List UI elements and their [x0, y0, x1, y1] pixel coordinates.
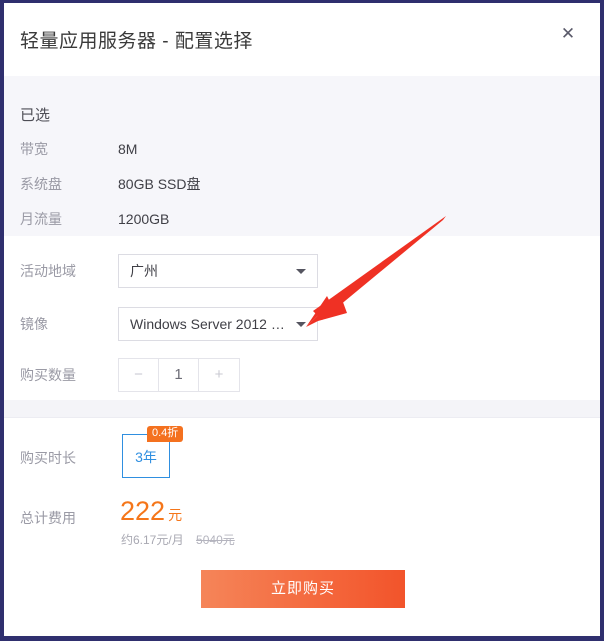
page-title: 轻量应用服务器 - 配置选择: [20, 31, 253, 52]
summary-value-system-disk: 80GB SSD盘: [118, 176, 201, 192]
buy-now-button[interactable]: 立即购买: [201, 570, 405, 608]
quantity-decrement-button[interactable]: −: [119, 359, 159, 391]
total-price: 222 元: [120, 496, 182, 527]
quantity-stepper: − 1 +: [118, 358, 240, 392]
summary-value-monthly-traffic: 1200GB: [118, 211, 170, 227]
region-select[interactable]: 广州: [118, 254, 318, 288]
summary-row-system-disk: 系统盘 80GB SSD盘: [4, 167, 600, 201]
discount-badge: 0.4折: [147, 426, 184, 442]
summary-value-bandwidth: 8M: [118, 141, 138, 157]
summary-label-system-disk: 系统盘: [20, 176, 62, 192]
selected-config-panel: 已选 带宽 8M 系统盘 80GB SSD盘 月流量 1200GB: [4, 76, 600, 236]
image-select-value: Windows Server 2012 …: [130, 316, 285, 332]
form-label-image: 镜像: [20, 316, 48, 332]
browser-window: 轻量应用服务器 - 配置选择 ✕ 已选 带宽 8M 系统盘 80GB SSD盘 …: [0, 0, 604, 641]
summary-row-monthly-traffic: 月流量 1200GB: [4, 202, 600, 236]
summary-label-monthly-traffic: 月流量: [20, 211, 62, 227]
dialog-header: 轻量应用服务器 - 配置选择 ✕: [4, 3, 600, 76]
close-icon[interactable]: ✕: [556, 22, 580, 46]
price-breakdown: 约6.17元/月 5040元: [121, 531, 235, 548]
form-row-region: 活动地域 广州: [4, 254, 600, 288]
quantity-increment-button[interactable]: +: [199, 359, 239, 391]
region-select-value: 广州: [130, 263, 158, 279]
section-divider: [4, 400, 600, 418]
form-row-image: 镜像 Windows Server 2012 …: [4, 307, 600, 341]
total-price-currency: 元: [168, 507, 183, 523]
form-label-quantity: 购买数量: [20, 367, 76, 383]
config-form-panel: 活动地域 广州 镜像 Windows Server 2012 … 购买数量 − …: [4, 236, 600, 400]
image-select[interactable]: Windows Server 2012 …: [118, 307, 318, 341]
quantity-input[interactable]: 1: [159, 359, 199, 391]
duration-option-label: 3年: [135, 449, 157, 465]
selected-heading: 已选: [20, 107, 51, 124]
summary-row-bandwidth: 带宽 8M: [4, 132, 600, 166]
pricing-panel: 购买时长 3年 0.4折 总计费用 222 元 约6.17元/月 5040元 立即…: [4, 418, 600, 633]
form-label-region: 活动地域: [20, 263, 76, 279]
total-price-amount: 222: [120, 496, 166, 526]
page-canvas: 轻量应用服务器 - 配置选择 ✕ 已选 带宽 8M 系统盘 80GB SSD盘 …: [4, 3, 600, 636]
pricing-label-total: 总计费用: [20, 510, 76, 526]
price-original: 5040元: [196, 533, 235, 547]
form-row-quantity: 购买数量 − 1 +: [4, 358, 600, 392]
chevron-down-icon: [296, 322, 306, 327]
duration-option-3y[interactable]: 3年 0.4折: [122, 426, 184, 478]
chevron-down-icon: [296, 269, 306, 274]
price-per-month: 约6.17元/月: [121, 533, 184, 547]
pricing-label-duration: 购买时长: [20, 450, 76, 466]
summary-label-bandwidth: 带宽: [20, 141, 48, 157]
